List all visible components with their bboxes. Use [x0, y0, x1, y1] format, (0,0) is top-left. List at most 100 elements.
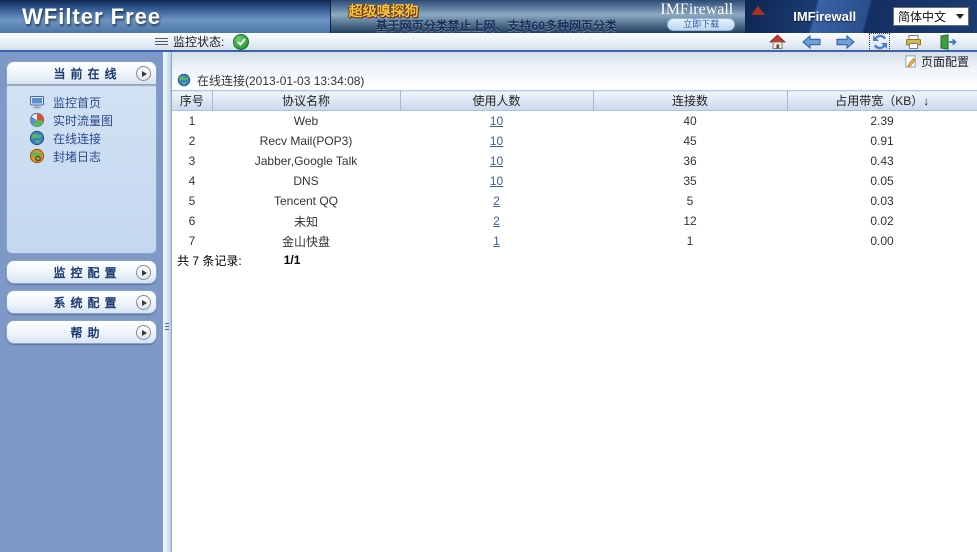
exit-icon[interactable] — [938, 34, 957, 50]
section-header-label: 当前在线 — [7, 65, 156, 82]
chevron-down-icon — [956, 14, 964, 19]
section-toggle-button[interactable] — [136, 325, 151, 340]
col-header-bandwidth[interactable]: 占用带宽（KB）↓ — [787, 91, 977, 111]
cell-no: 5 — [172, 191, 212, 211]
cell-no: 2 — [172, 131, 212, 151]
table-row: 2 Recv Mail(POP3) 10 45 0.91 — [172, 131, 977, 151]
cell-connections: 40 — [593, 111, 787, 132]
monitor-icon — [29, 94, 45, 110]
cell-connections: 12 — [593, 211, 787, 231]
cell-protocol: Jabber,Google Talk — [212, 151, 400, 171]
sidebar-section-help[interactable]: 帮助 — [6, 320, 157, 344]
wfilter-app: WFilter Free 超级嗅探狗 基于网页分类禁止上网、支持60多种网页分类… — [0, 0, 977, 552]
section-header-label: 帮助 — [7, 324, 156, 341]
section-toggle-button[interactable] — [136, 295, 151, 310]
users-link[interactable]: 2 — [493, 214, 500, 228]
connections-table: 序号 协议名称 使用人数 连接数 占用带宽（KB）↓ 1 Web 10 40 2… — [172, 90, 977, 251]
users-link[interactable]: 10 — [490, 154, 503, 168]
building-graphic — [751, 6, 765, 15]
col-header-protocol[interactable]: 协议名称 — [212, 91, 400, 111]
table-row: 3 Jabber,Google Talk 10 36 0.43 — [172, 151, 977, 171]
table-row: 5 Tencent QQ 2 5 0.03 — [172, 191, 977, 211]
sidebar: 当前在线 监控首页 实时流量图 — [0, 52, 163, 552]
section-toggle-button[interactable] — [136, 265, 151, 280]
content-title-row: 在线连接(2013-01-03 13:34:08) — [172, 70, 977, 90]
table-row: 6 未知 2 12 0.02 — [172, 211, 977, 231]
cell-no: 3 — [172, 151, 212, 171]
cell-no: 1 — [172, 111, 212, 132]
forward-icon[interactable] — [836, 34, 855, 50]
logo-area: WFilter Free — [0, 0, 330, 33]
home-icon[interactable] — [768, 34, 787, 50]
status-ok-icon — [233, 34, 249, 50]
col-header-users[interactable]: 使用人数 — [400, 91, 593, 111]
ad-banner-subtitle: 基于网页分类禁止上网、支持60多种网页分类 — [376, 17, 617, 34]
page-config-link[interactable]: 页面配置 — [172, 52, 977, 70]
language-selector[interactable]: 简体中文 — [893, 7, 969, 26]
sidebar-section-system-config[interactable]: 系统配置 — [6, 290, 157, 314]
cell-no: 4 — [172, 171, 212, 191]
page-title: 在线连接(2013-01-03 13:34:08) — [197, 72, 364, 89]
sidebar-item-label: 监控首页 — [53, 94, 101, 111]
users-link[interactable]: 1 — [493, 234, 500, 248]
table-row: 4 DNS 10 35 0.05 — [172, 171, 977, 191]
cell-bandwidth: 0.03 — [787, 191, 977, 211]
download-now-button[interactable]: 立即下载 — [667, 18, 735, 31]
app-logo: WFilter Free — [22, 4, 161, 30]
blocked-globe-icon — [29, 148, 45, 164]
print-icon[interactable] — [904, 34, 923, 50]
users-link[interactable]: 10 — [490, 114, 503, 128]
cell-protocol: Tencent QQ — [212, 191, 400, 211]
status-toolbar: 监控状态: — [0, 33, 977, 52]
col-header-no[interactable]: 序号 — [172, 91, 212, 111]
back-icon[interactable] — [802, 34, 821, 50]
table-header-row: 序号 协议名称 使用人数 连接数 占用带宽（KB）↓ — [172, 91, 977, 111]
sidebar-section-current-online[interactable]: 当前在线 — [6, 61, 157, 85]
cell-protocol: Web — [212, 111, 400, 132]
brand-imfirewall: IMFirewall — [793, 9, 856, 24]
col-header-connections[interactable]: 连接数 — [593, 91, 787, 111]
header-right: IMFirewall 简体中文 — [745, 0, 977, 33]
cell-protocol: DNS — [212, 171, 400, 191]
users-link[interactable]: 2 — [493, 194, 500, 208]
cell-bandwidth: 0.05 — [787, 171, 977, 191]
list-icon — [155, 38, 168, 45]
sidebar-item-block-logs[interactable]: 封堵日志 — [7, 147, 156, 165]
cell-bandwidth: 0.43 — [787, 151, 977, 171]
ad-banner-brand: IMFirewall — [660, 1, 733, 19]
cell-bandwidth: 0.00 — [787, 231, 977, 251]
refresh-icon[interactable] — [870, 34, 889, 50]
users-link[interactable]: 10 — [490, 174, 503, 188]
cell-connections: 5 — [593, 191, 787, 211]
sidebar-splitter[interactable] — [163, 52, 172, 552]
cell-connections: 1 — [593, 231, 787, 251]
sidebar-section-monitor-config[interactable]: 监控配置 — [6, 260, 157, 284]
language-selector-value: 简体中文 — [898, 8, 946, 25]
cell-no: 6 — [172, 211, 212, 231]
section-toggle-button[interactable] — [136, 66, 151, 81]
cell-no: 7 — [172, 231, 212, 251]
status-label: 监控状态: — [173, 33, 224, 50]
pie-chart-icon — [29, 112, 45, 128]
cell-connections: 45 — [593, 131, 787, 151]
sidebar-item-online-connections[interactable]: 在线连接 — [7, 129, 156, 147]
records-summary: 共 7 条记录: 1/1 — [172, 251, 977, 269]
cell-protocol: 金山快盘 — [212, 231, 400, 251]
main-content: 页面配置 在线连接(2013-01-03 13:34:08) 序号 协议名称 使… — [172, 52, 977, 552]
sidebar-item-monitor-home[interactable]: 监控首页 — [7, 93, 156, 111]
table-row: 7 金山快盘 1 1 0.00 — [172, 231, 977, 251]
users-link[interactable]: 10 — [490, 134, 503, 148]
cell-connections: 35 — [593, 171, 787, 191]
edit-page-icon — [904, 55, 917, 68]
table-row: 1 Web 10 40 2.39 — [172, 111, 977, 132]
splitter-grip-icon[interactable] — [163, 300, 171, 352]
cell-protocol: Recv Mail(POP3) — [212, 131, 400, 151]
globe-icon — [177, 73, 191, 87]
sidebar-item-label: 实时流量图 — [53, 112, 113, 129]
sidebar-item-realtime-traffic[interactable]: 实时流量图 — [7, 111, 156, 129]
sidebar-item-label: 在线连接 — [53, 130, 101, 147]
records-count-label: 共 7 条记录: — [177, 252, 242, 269]
globe-icon — [29, 130, 45, 146]
app-header: WFilter Free 超级嗅探狗 基于网页分类禁止上网、支持60多种网页分类… — [0, 0, 977, 33]
cell-connections: 36 — [593, 151, 787, 171]
